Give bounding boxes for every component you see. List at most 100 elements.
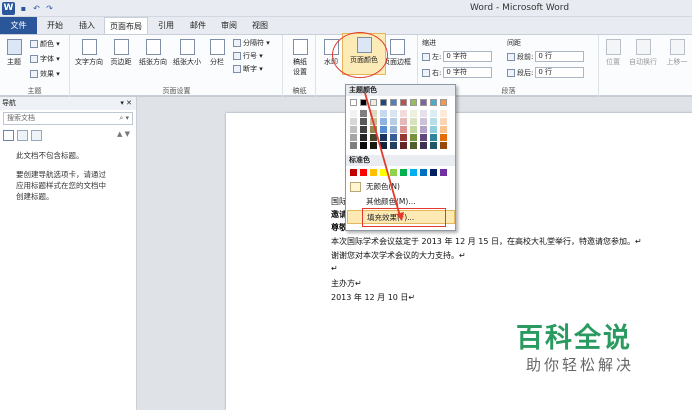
breaks-button[interactable]: 分隔符 ▾ (233, 38, 270, 48)
group-theme: 主题 颜色 ▾ 字体 ▾ 效果 ▾ 主题 (0, 35, 70, 97)
nav-hint: 要创建导航选项卡，请通过应用标题样式在您的文档中创建标题。 (16, 170, 106, 201)
wrap-text-button[interactable]: 自动换行 (626, 39, 660, 67)
theme-shade-swatch[interactable] (350, 126, 357, 133)
quick-access-toolbar: W ▪ ↶ ↷ (2, 2, 54, 15)
margins-icon (113, 39, 129, 55)
standard-color-swatch[interactable] (420, 169, 427, 176)
theme-shade-swatch[interactable] (420, 110, 427, 117)
standard-color-swatch[interactable] (430, 169, 437, 176)
size-label: 纸张大小 (173, 58, 201, 66)
bring-forward-button[interactable]: 上移一 (662, 39, 692, 67)
line-numbers-button[interactable]: 行号 ▾ (233, 51, 263, 61)
theme-effects-button[interactable]: 效果 ▾ (30, 69, 60, 79)
indent-right-input[interactable]: 0 字符 (443, 67, 493, 78)
hyphenation-button[interactable]: 断字 ▾ (233, 64, 263, 74)
text-direction-label: 文字方向 (75, 58, 103, 66)
theme-shade-swatch[interactable] (440, 110, 447, 117)
colors-icon (30, 40, 38, 48)
theme-shade-swatch[interactable] (420, 126, 427, 133)
redo-icon[interactable]: ↷ (45, 4, 54, 13)
spacing-before-label: 段前: (517, 52, 534, 61)
indent-left-icon (422, 52, 430, 61)
group-page-setup: 文字方向 页边距 纸张方向 纸张大小 分栏 分隔符 ▾ 行号 ▾ 断字 ▾ 页面… (71, 35, 283, 97)
theme-shade-swatch[interactable] (430, 142, 437, 149)
tab-mailings[interactable]: 邮件 (184, 17, 212, 34)
tab-page-layout[interactable]: 页面布局 (104, 17, 148, 35)
spacing-after-icon (507, 68, 515, 77)
themes-button[interactable]: 主题 (3, 39, 25, 67)
theme-shade-swatch[interactable] (430, 118, 437, 125)
indent-heading: 缩进 (422, 39, 436, 47)
position-button[interactable]: 位置 (602, 39, 624, 67)
theme-shade-swatch[interactable] (430, 134, 437, 141)
nav-arrows-icon[interactable]: ▲ ▼ (117, 130, 130, 138)
tab-home[interactable]: 开始 (40, 17, 70, 34)
text-direction-button[interactable]: 文字方向 (73, 39, 105, 67)
tab-references[interactable]: 引用 (152, 17, 180, 34)
standard-color-swatch[interactable] (440, 169, 447, 176)
fonts-icon (30, 55, 38, 63)
page-borders-icon (389, 39, 405, 55)
spacing-before: 段前: 0 行 (507, 51, 585, 62)
indent-left: 左: 0 字符 (422, 51, 493, 62)
columns-button[interactable]: 分栏 (206, 39, 228, 67)
nav-no-headings: 此文档不包含标题。 (16, 151, 84, 160)
tab-review[interactable]: 审阅 (215, 17, 243, 34)
theme-colors-button[interactable]: 颜色 ▾ (30, 39, 60, 49)
theme-color-swatch[interactable] (420, 99, 427, 106)
theme-shade-swatch[interactable] (440, 118, 447, 125)
spacing-before-input[interactable]: 0 行 (535, 51, 585, 62)
spacing-before-icon (507, 52, 515, 61)
tab-pages-view[interactable] (17, 130, 28, 141)
draft-paper-button[interactable]: 稿纸 设置 (287, 39, 313, 77)
theme-color-swatch[interactable] (350, 99, 357, 106)
tab-results-view[interactable] (31, 130, 42, 141)
indent-left-input[interactable]: 0 字符 (443, 51, 493, 62)
theme-shade-swatch[interactable] (430, 110, 437, 117)
navigation-pane: 导航 ▾ ✕ 搜索文档 ⌕ ▾ ▲ ▼ 此文档不包含标题。 要创建导航选项卡，请… (0, 97, 137, 410)
orientation-button[interactable]: 纸张方向 (137, 39, 169, 67)
theme-shade-swatch[interactable] (350, 142, 357, 149)
standard-color-swatch[interactable] (350, 169, 357, 176)
nav-search-input[interactable]: 搜索文档 ⌕ ▾ (3, 112, 133, 125)
theme-fonts-button[interactable]: 字体 ▾ (30, 54, 60, 64)
themes-label: 主题 (7, 58, 21, 66)
annotation-circle (332, 32, 388, 78)
size-button[interactable]: 纸张大小 (171, 39, 203, 67)
tab-file[interactable]: 文件 (0, 17, 37, 34)
theme-shade-swatch[interactable] (440, 142, 447, 149)
wrap-text-icon (635, 39, 651, 55)
theme-shade-swatch[interactable] (420, 118, 427, 125)
theme-color-swatch[interactable] (430, 99, 437, 106)
undo-icon[interactable]: ↶ (32, 4, 41, 13)
wrap-text-label: 自动换行 (629, 58, 657, 66)
effects-icon (30, 70, 38, 78)
themes-icon (6, 39, 22, 55)
close-icon[interactable]: ▾ ✕ (120, 97, 132, 110)
theme-shade-swatch[interactable] (350, 110, 357, 117)
line-numbers-icon (233, 52, 241, 60)
tab-view[interactable]: 视图 (246, 17, 274, 34)
spacing-after-input[interactable]: 0 行 (535, 67, 585, 78)
theme-shade-swatch[interactable] (440, 126, 447, 133)
theme-shade-swatch[interactable] (440, 134, 447, 141)
draft-label-b: 设置 (293, 68, 307, 76)
theme-shade-swatch[interactable] (420, 142, 427, 149)
orientation-label: 纸张方向 (139, 58, 167, 66)
theme-shade-swatch[interactable] (430, 126, 437, 133)
tab-headings-view[interactable] (3, 130, 14, 141)
breaks-label: 分隔符 ▾ (243, 39, 270, 47)
theme-shade-swatch[interactable] (350, 134, 357, 141)
theme-shade-swatch[interactable] (350, 118, 357, 125)
spacing-after: 段后: 0 行 (507, 67, 585, 78)
watermark-subtitle: 助你轻松解决 (526, 356, 635, 374)
hyphenation-icon (233, 65, 241, 73)
doc-line-7: 主办方↵ (331, 279, 362, 288)
theme-shade-swatch[interactable] (420, 134, 427, 141)
theme-color-swatch[interactable] (440, 99, 447, 106)
margins-button[interactable]: 页边距 (107, 39, 135, 67)
spacing-heading: 间距 (507, 39, 521, 47)
search-icon[interactable]: ⌕ ▾ (119, 113, 129, 124)
tab-insert[interactable]: 插入 (72, 17, 102, 34)
save-icon[interactable]: ▪ (19, 4, 28, 13)
